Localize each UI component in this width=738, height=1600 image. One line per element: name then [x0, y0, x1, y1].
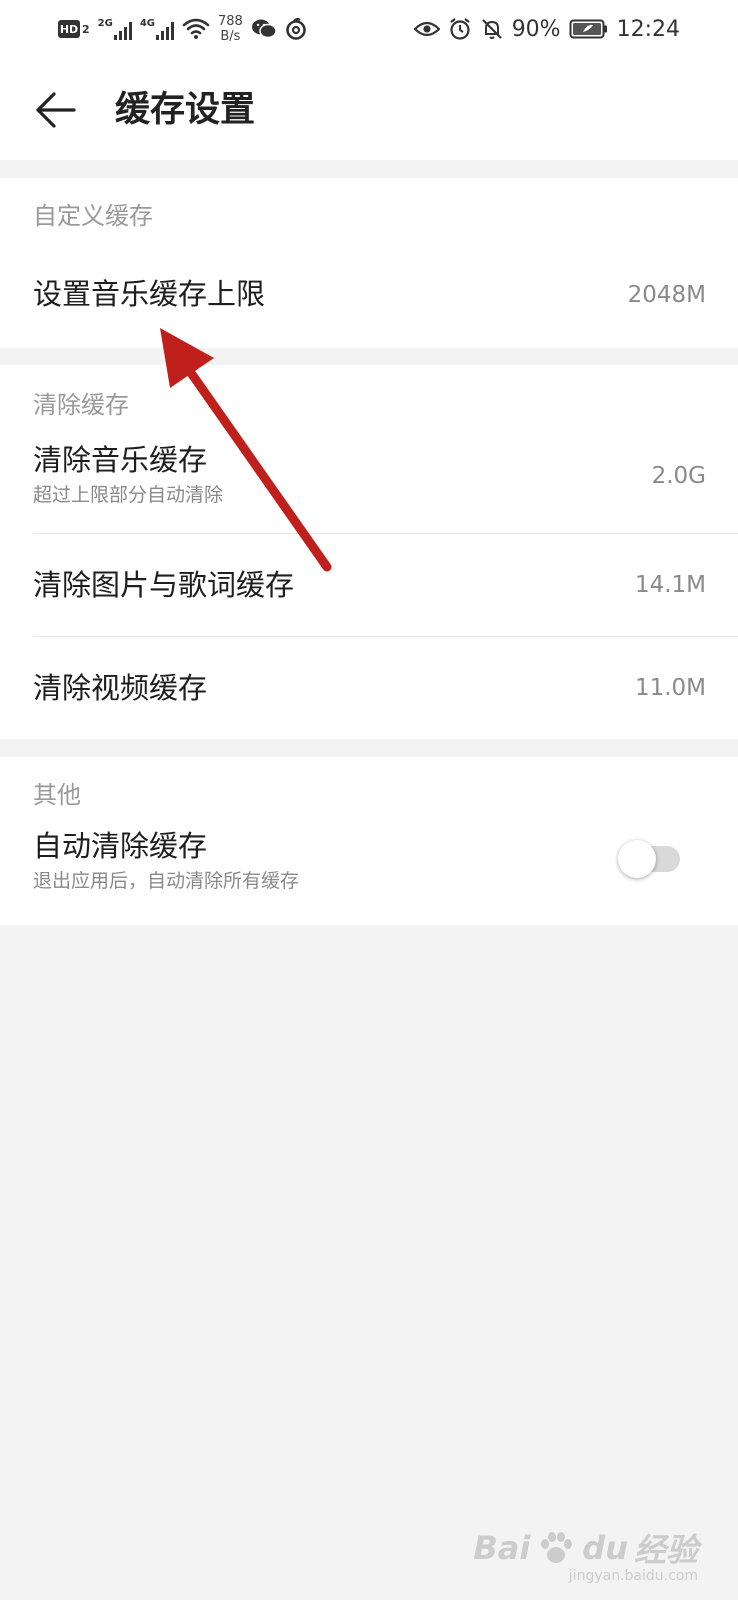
- status-bar-right: 90% 12:24: [413, 12, 680, 46]
- wifi-icon: [182, 18, 210, 40]
- row-label: 清除音乐缓存: [33, 443, 208, 477]
- section-clear-cache: 清除缓存 清除音乐缓存 超过上限部分自动清除 2.0G 清除图片与歌词缓存 14…: [0, 365, 738, 739]
- row-auto-clear-cache[interactable]: 自动清除缓存 退出应用后，自动清除所有缓存: [0, 817, 738, 925]
- row-value: 14.1M: [634, 572, 706, 598]
- row-subtitle: 超过上限部分自动清除: [33, 484, 224, 506]
- wechat-icon: [251, 18, 277, 40]
- alarm-icon: [448, 17, 472, 41]
- section-title-clear-cache: 清除缓存: [33, 391, 129, 419]
- signal-4g-label: 4G: [139, 18, 155, 29]
- row-value: 11.0M: [634, 675, 706, 701]
- auto-clear-toggle[interactable]: [618, 840, 682, 878]
- signal-4g-icon: 4G: [140, 18, 174, 40]
- status-bar: HD 2 2G 4G 788 B/s 90% 12:24: [0, 0, 738, 56]
- network-speed: 788 B/s: [218, 14, 243, 44]
- row-value: 2.0G: [651, 463, 706, 489]
- row-label: 清除视频缓存: [33, 671, 208, 705]
- section-title-other: 其他: [33, 781, 81, 809]
- clock-time: 12:24: [616, 16, 680, 42]
- toggle-knob: [618, 840, 656, 878]
- row-label: 清除图片与歌词缓存: [33, 568, 295, 602]
- row-label: 设置音乐缓存上限: [33, 277, 266, 311]
- row-subtitle: 退出应用后，自动清除所有缓存: [33, 870, 300, 892]
- netease-music-icon: [285, 18, 307, 40]
- row-music-cache-limit[interactable]: 设置音乐缓存上限 2048M: [0, 248, 738, 348]
- section-title-custom-cache: 自定义缓存: [33, 202, 153, 230]
- status-bar-left: HD 2 2G 4G 788 B/s: [58, 12, 307, 46]
- hd-icon: HD: [58, 20, 80, 38]
- battery-icon: [569, 18, 609, 40]
- row-clear-image-lyrics-cache[interactable]: 清除图片与歌词缓存 14.1M: [0, 534, 738, 636]
- network-speed-value: 788: [218, 14, 243, 29]
- battery-percent: 90%: [511, 16, 561, 42]
- baidu-watermark: Bai du 经验 jingyan.baidu.com: [473, 1528, 698, 1584]
- section-other: 其他 自动清除缓存 退出应用后，自动清除所有缓存: [0, 757, 738, 925]
- watermark-text-cn: 经验: [633, 1531, 698, 1569]
- row-label: 自动清除缓存: [33, 829, 208, 863]
- back-button[interactable]: [30, 84, 82, 136]
- bell-muted-icon: [480, 17, 504, 41]
- section-custom-cache: 自定义缓存 设置音乐缓存上限 2048M: [0, 178, 738, 348]
- arrow-left-icon: [36, 92, 76, 128]
- watermark-url: jingyan.baidu.com: [568, 1568, 698, 1584]
- signal-2g-icon: 2G: [98, 18, 132, 40]
- app-bar: 缓存设置: [0, 56, 738, 160]
- network-speed-unit: B/s: [220, 29, 241, 44]
- watermark-text-du: du: [582, 1529, 628, 1567]
- signal-2g-label: 2G: [97, 18, 113, 29]
- page-title: 缓存设置: [115, 90, 256, 130]
- hd-sub-label: 2: [82, 22, 90, 36]
- eye-icon: [413, 19, 440, 39]
- row-value: 2048M: [627, 282, 706, 308]
- watermark-text-bai: Bai: [473, 1529, 531, 1567]
- row-clear-music-cache[interactable]: 清除音乐缓存 超过上限部分自动清除 2.0G: [0, 429, 738, 529]
- row-clear-video-cache[interactable]: 清除视频缓存 11.0M: [0, 637, 738, 739]
- paw-icon: [541, 1532, 573, 1563]
